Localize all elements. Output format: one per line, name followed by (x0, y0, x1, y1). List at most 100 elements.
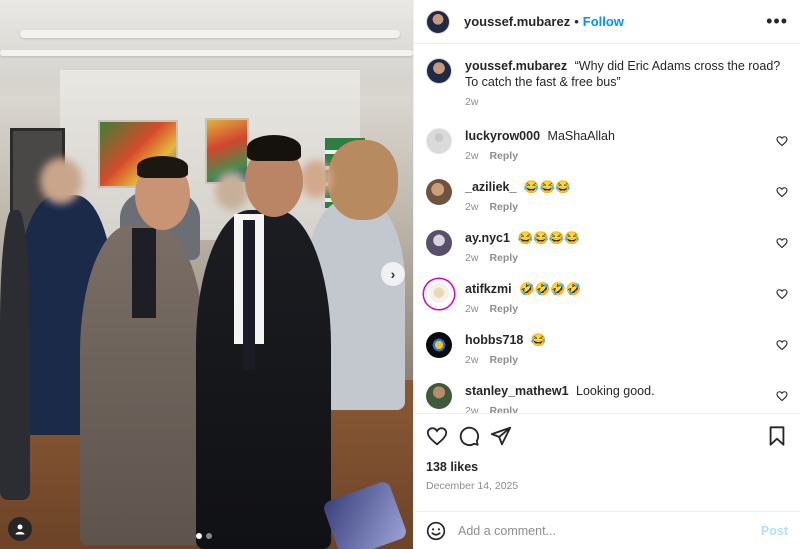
photo-pipe (20, 30, 400, 38)
comment-reply-button[interactable]: Reply (489, 354, 518, 366)
photo-hair (328, 140, 398, 220)
comment-avatar[interactable] (426, 128, 452, 154)
chevron-right-icon: › (390, 266, 396, 282)
comment-time[interactable]: 2w (465, 150, 478, 162)
post-viewer: › youssef.mubarez • Follow ••• youssef.m… (0, 0, 800, 549)
author-avatar[interactable] (426, 9, 450, 34)
comments-list[interactable]: youssef.mubarez “Why did Eric Adams cros… (414, 44, 800, 413)
caption-username[interactable]: youssef.mubarez (465, 59, 567, 73)
heart-icon[interactable] (776, 237, 788, 249)
comment-item: ay.nyc1 😂😂😂😂 2w Reply (426, 230, 788, 264)
more-icon[interactable]: ••• (766, 11, 788, 32)
comment-text: MaShaAllah (547, 129, 615, 143)
comment-text-block: hobbs718 😂 (465, 332, 768, 348)
comment-avatar[interactable] (426, 179, 452, 205)
caption-time[interactable]: 2w (465, 96, 478, 108)
comment-time[interactable]: 2w (465, 201, 478, 213)
comment-icon[interactable] (458, 425, 480, 447)
post-header: youssef.mubarez • Follow ••• (414, 0, 800, 44)
post-photo[interactable]: › (0, 0, 413, 549)
heart-icon[interactable] (776, 339, 788, 351)
comment-username[interactable]: luckyrow000 (465, 129, 540, 143)
comment-text-block: ay.nyc1 😂😂😂😂 (465, 230, 768, 246)
photo-shirt (132, 228, 156, 318)
comment-text: 😂😂😂😂 (517, 231, 580, 245)
photo-hair (137, 156, 188, 178)
photo-person-bg (0, 210, 30, 500)
carousel-indicator (196, 533, 212, 539)
heart-icon[interactable] (776, 390, 788, 402)
comment-item: stanley_mathew1 Looking good. 2w Reply (426, 383, 788, 413)
comment-avatar[interactable] (426, 281, 452, 307)
comment-item: luckyrow000 MaShaAllah 2w Reply (426, 128, 788, 162)
photo-face-blurred (300, 160, 332, 198)
comment-avatar[interactable] (426, 383, 452, 409)
comment-meta: 2w Reply (465, 252, 768, 264)
comment-text: 😂😂😂 (523, 180, 571, 194)
comment-text-block: _aziliek_ 😂😂😂 (465, 179, 768, 195)
comment-time[interactable]: 2w (465, 252, 478, 264)
comment-body: _aziliek_ 😂😂😂 2w Reply (465, 179, 788, 213)
likes-count[interactable]: 138 likes (426, 460, 788, 474)
heart-icon[interactable] (426, 425, 448, 447)
action-bar (426, 424, 788, 448)
comment-reply-button[interactable]: Reply (489, 405, 518, 413)
next-slide-button[interactable]: › (381, 262, 405, 286)
comment-reply-button[interactable]: Reply (489, 303, 518, 315)
comment-meta: 2w Reply (465, 354, 768, 366)
heart-icon[interactable] (776, 288, 788, 300)
heart-icon[interactable] (776, 135, 788, 147)
post-caption: youssef.mubarez “Why did Eric Adams cros… (426, 58, 788, 108)
photo-face-blurred (215, 172, 249, 210)
emoji-icon[interactable] (426, 521, 446, 541)
comment-username[interactable]: hobbs718 (465, 333, 523, 347)
carousel-dot (196, 533, 202, 539)
comment-body: ay.nyc1 😂😂😂😂 2w Reply (465, 230, 788, 264)
heart-icon[interactable] (776, 186, 788, 198)
user-tag-icon (15, 524, 25, 535)
post-date[interactable]: December 14, 2025 (426, 480, 788, 492)
comment-input[interactable] (458, 523, 761, 538)
comment-text: Looking good. (576, 384, 655, 398)
comment-text: 🤣🤣🤣🤣 (519, 282, 582, 296)
photo-ceiling (0, 0, 413, 80)
photo-hair (247, 135, 301, 161)
comment-meta: 2w Reply (465, 150, 768, 162)
post-side-panel: youssef.mubarez • Follow ••• youssef.mub… (413, 0, 800, 549)
user-tag-button[interactable] (8, 517, 32, 541)
post-comment-button[interactable]: Post (761, 524, 788, 538)
bookmark-icon[interactable] (766, 425, 788, 447)
comment-time[interactable]: 2w (465, 303, 478, 315)
author-username[interactable]: youssef.mubarez (464, 14, 570, 29)
comment-username[interactable]: ay.nyc1 (465, 231, 510, 245)
follow-button[interactable]: Follow (583, 14, 624, 29)
caption-avatar[interactable] (426, 58, 452, 84)
caption-body: youssef.mubarez “Why did Eric Adams cros… (465, 58, 788, 108)
comment-meta: 2w Reply (465, 201, 768, 213)
comment-time[interactable]: 2w (465, 354, 478, 366)
comment-meta: 2w Reply (465, 405, 768, 413)
photo-face-blurred (40, 158, 82, 204)
comment-body: hobbs718 😂 2w Reply (465, 332, 788, 366)
comment-reply-button[interactable]: Reply (489, 150, 518, 162)
comment-avatar[interactable] (426, 332, 452, 358)
comment-time[interactable]: 2w (465, 405, 478, 413)
share-icon[interactable] (490, 425, 512, 447)
comment-text: 😂 (530, 333, 547, 347)
caption-text-block: youssef.mubarez “Why did Eric Adams cros… (465, 58, 788, 90)
comment-reply-button[interactable]: Reply (489, 201, 518, 213)
caption-meta: 2w (465, 96, 788, 108)
comment-item: hobbs718 😂 2w Reply (426, 332, 788, 366)
comment-username[interactable]: atifkzmi (465, 282, 512, 296)
comment-text-block: atifkzmi 🤣🤣🤣🤣 (465, 281, 768, 297)
comment-body: stanley_mathew1 Looking good. 2w Reply (465, 383, 788, 413)
comment-item: atifkzmi 🤣🤣🤣🤣 2w Reply (426, 281, 788, 315)
comment-username[interactable]: _aziliek_ (465, 180, 516, 194)
header-separator: • (574, 14, 579, 29)
comment-text-block: stanley_mathew1 Looking good. (465, 383, 768, 399)
comment-reply-button[interactable]: Reply (489, 252, 518, 264)
comment-body: luckyrow000 MaShaAllah 2w Reply (465, 128, 788, 162)
comment-item: _aziliek_ 😂😂😂 2w Reply (426, 179, 788, 213)
comment-avatar[interactable] (426, 230, 452, 256)
comment-username[interactable]: stanley_mathew1 (465, 384, 569, 398)
